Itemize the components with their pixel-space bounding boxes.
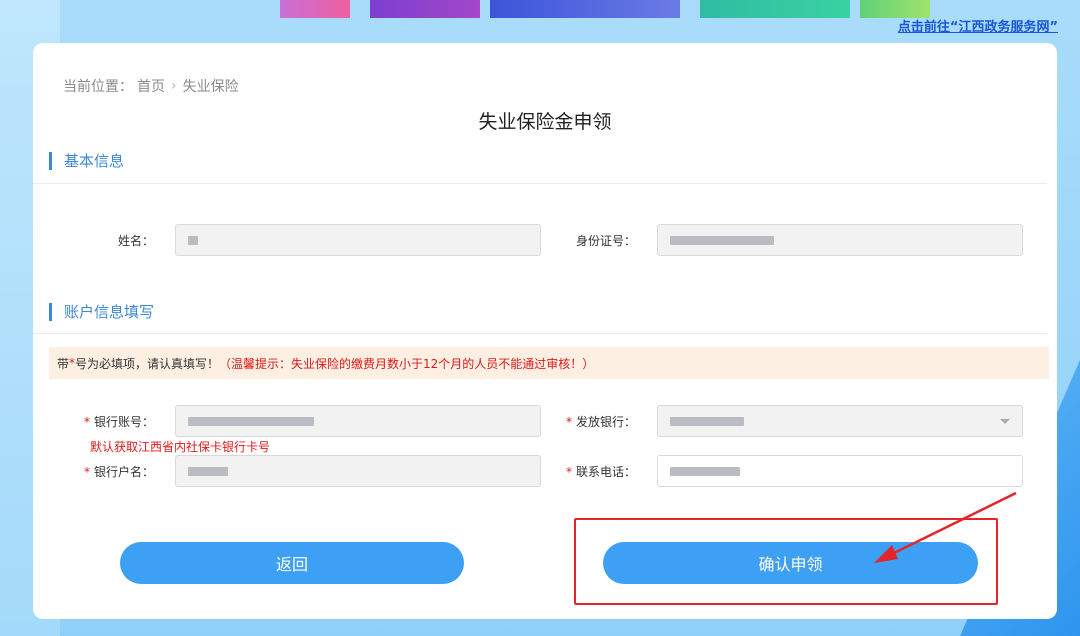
page-title: 失业保险金申领: [478, 111, 612, 133]
account-holder-field[interactable]: [175, 455, 541, 487]
account-holder-value-redacted: [188, 466, 228, 476]
breadcrumb: 当前位置： 首页 › 失业保险: [63, 76, 239, 96]
banner-bridge: [490, 0, 680, 18]
issuing-bank-label-text: 发放银行：: [575, 415, 636, 429]
issuing-bank-value-redacted: [670, 416, 744, 426]
account-info-title: 账户信息填写: [64, 303, 155, 321]
required-star: *: [83, 465, 90, 479]
breadcrumb-home[interactable]: 首页: [137, 76, 165, 96]
notice-prefix: 带: [57, 356, 70, 371]
basic-info-title: 基本信息: [64, 152, 125, 170]
account-holder-label-text: 银行户名：: [93, 465, 154, 479]
name-label: 姓名：: [117, 234, 154, 248]
notice-main: 号为必填项，请认真填写！: [75, 356, 220, 371]
chevron-right-icon: ›: [171, 78, 177, 94]
breadcrumb-prefix: 当前位置：: [63, 79, 133, 95]
id-number-value-redacted: [670, 235, 774, 245]
divider: [33, 333, 1047, 334]
phone-label: * 联系电话：: [526, 463, 636, 480]
required-star: *: [565, 415, 572, 429]
bank-account-value-redacted: [188, 416, 314, 426]
issuing-bank-label: * 发放银行：: [526, 413, 636, 430]
section-marker: [49, 302, 52, 321]
account-holder-label: * 银行户名：: [44, 463, 154, 480]
bank-account-hint: 默认获取江西省内社保卡银行卡号: [90, 440, 271, 454]
annotation-highlight-box: [574, 518, 998, 605]
required-star: *: [565, 465, 572, 479]
breadcrumb-current: 失业保险: [182, 79, 239, 95]
banner-building: [370, 0, 480, 18]
bank-account-field[interactable]: [175, 405, 541, 437]
notice-warning: （温馨提示：失业保险的缴费月数小于12个月的人员不能通过审核！）: [219, 356, 595, 371]
banner-skyline: [700, 0, 850, 18]
phone-label-text: 联系电话：: [575, 465, 636, 479]
phone-value-redacted: [670, 466, 740, 476]
section-marker: [49, 151, 52, 170]
phone-field[interactable]: [657, 455, 1023, 487]
required-star: *: [83, 415, 90, 429]
id-number-label: 身份证号：: [575, 234, 636, 248]
name-field[interactable]: [175, 224, 541, 256]
bank-account-label: * 银行账号：: [44, 413, 154, 430]
basic-info-header: 基本信息: [49, 150, 124, 171]
back-button[interactable]: 返回: [120, 542, 464, 584]
divider: [33, 183, 1047, 184]
chevron-down-icon: [1000, 419, 1010, 424]
banner-ferris-wheel: [280, 0, 350, 18]
id-number-field[interactable]: [657, 224, 1023, 256]
bank-account-label-text: 银行账号：: [93, 415, 154, 429]
issuing-bank-select[interactable]: [657, 405, 1023, 437]
name-value-redacted: [188, 235, 198, 245]
city-banner: [260, 0, 960, 18]
required-notice: 带 * 号为必填项，请认真填写！ （温馨提示：失业保险的缴费月数小于12个月的人…: [49, 347, 1049, 379]
form-card: 当前位置： 首页 › 失业保险 失业保险金申领 基本信息 姓名： 身份证号： 账…: [33, 43, 1057, 619]
account-info-header: 账户信息填写: [49, 301, 154, 322]
portal-link[interactable]: 点击前往“江西政务服务网”: [898, 16, 1058, 35]
